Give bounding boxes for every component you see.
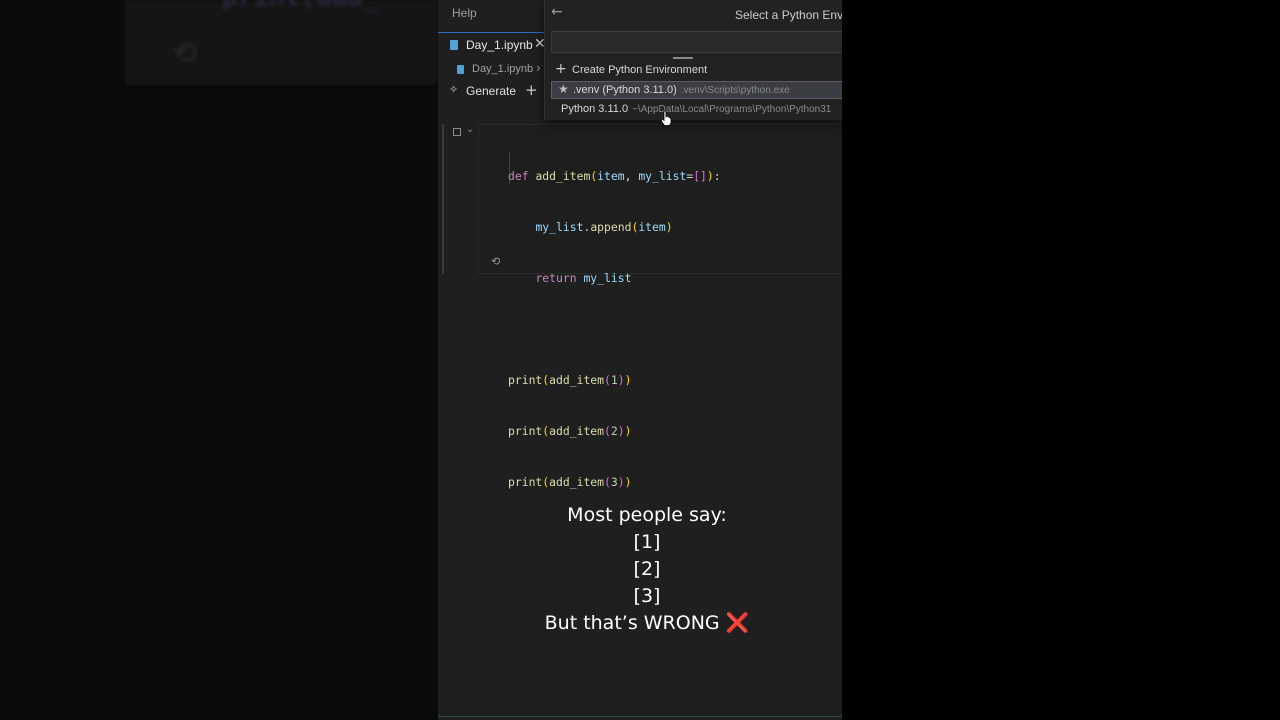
background-history-icon: ⟲ [172, 36, 198, 71]
caption-line-1: Most people say: [567, 504, 727, 526]
environment-path: .venv\Scripts\python.exe [680, 85, 790, 96]
loading-indicator [673, 57, 693, 59]
caption-wrong-text: But that’s WRONG [544, 612, 720, 634]
environment-name: .venv (Python 3.11.0) [573, 84, 677, 96]
environment-option-python311[interactable]: Python 3.11.0 ~\AppData\Local\Programs\Py… [551, 101, 842, 120]
notebook-file-icon [450, 40, 458, 50]
breadcrumb-file[interactable]: Day_1.ipynb [472, 63, 533, 75]
menu-help[interactable]: Help [452, 6, 477, 20]
notebook-file-icon [457, 65, 464, 74]
back-arrow-icon[interactable]: ← [551, 4, 563, 20]
chevron-down-icon[interactable]: ⌄ [466, 124, 474, 135]
caption-line-5: But that’s WRONG ❌ [438, 610, 856, 637]
cell-run-checkbox[interactable] [453, 128, 461, 136]
tab-label: Day_1.ipynb [466, 38, 533, 52]
background-ghost-code: print(add_ [222, 0, 379, 12]
execution-history-icon[interactable]: ⟲ [491, 255, 500, 268]
code-line-5: print(add_item(1)) [508, 373, 632, 387]
cell-focus-bar [442, 124, 444, 274]
screen: print(add_ ⟲ Help Day_1.ipynb ✕ Day_1.ip… [0, 0, 1280, 720]
picker-title: Select a Python Enviro [735, 8, 842, 22]
status-bar-edge [438, 716, 842, 717]
create-option-label: Create Python Environment [572, 64, 708, 76]
code-line-6: print(add_item(2)) [508, 424, 632, 438]
environment-search-input[interactable] [551, 31, 842, 53]
star-icon: ★ [558, 82, 569, 96]
select-python-environment-picker: ← Select a Python Enviro + Create Python… [544, 0, 842, 120]
environment-option-venv[interactable]: ★ .venv (Python 3.11.0) .venv\Scripts\pyt… [551, 81, 842, 99]
plus-icon: + [555, 61, 567, 77]
cross-mark-icon: ❌ [725, 612, 750, 634]
caption-line-3: [2] [633, 558, 661, 580]
background-blur-left [0, 0, 438, 720]
tab-day1-notebook[interactable]: Day_1.ipynb ✕ [438, 32, 550, 59]
generate-button[interactable]: Generate [466, 84, 516, 98]
sparkle-icon: ✧ [449, 83, 459, 96]
code-line-1: def add_item(item, my_list=[]): [508, 169, 721, 183]
create-python-environment-option[interactable]: + Create Python Environment [551, 61, 842, 80]
chevron-right-icon: › [536, 61, 541, 75]
video-caption: Most people say: [1] [2] [3] But that’s … [438, 502, 856, 637]
hand-cursor-icon [660, 110, 672, 126]
code-line-2: my_list.append(item) [535, 220, 673, 234]
add-cell-icon[interactable]: + [525, 81, 538, 99]
code-line-7: print(add_item(3)) [508, 475, 632, 489]
code-line-3: return my_list [535, 271, 632, 285]
background-right [842, 0, 1280, 720]
environment-name: Python 3.11.0 [561, 103, 629, 115]
code-editor[interactable]: def add_item(item, my_list=[]): my_list.… [508, 134, 721, 525]
caption-line-4: [3] [633, 585, 661, 607]
caption-line-2: [1] [633, 531, 661, 553]
